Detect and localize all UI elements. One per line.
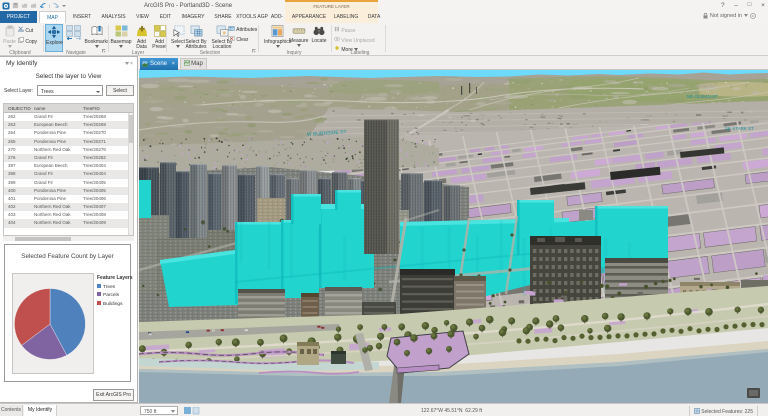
svg-text:SE STARK ST: SE STARK ST bbox=[725, 126, 754, 131]
svg-text:NE GLISAN ST: NE GLISAN ST bbox=[687, 94, 718, 99]
